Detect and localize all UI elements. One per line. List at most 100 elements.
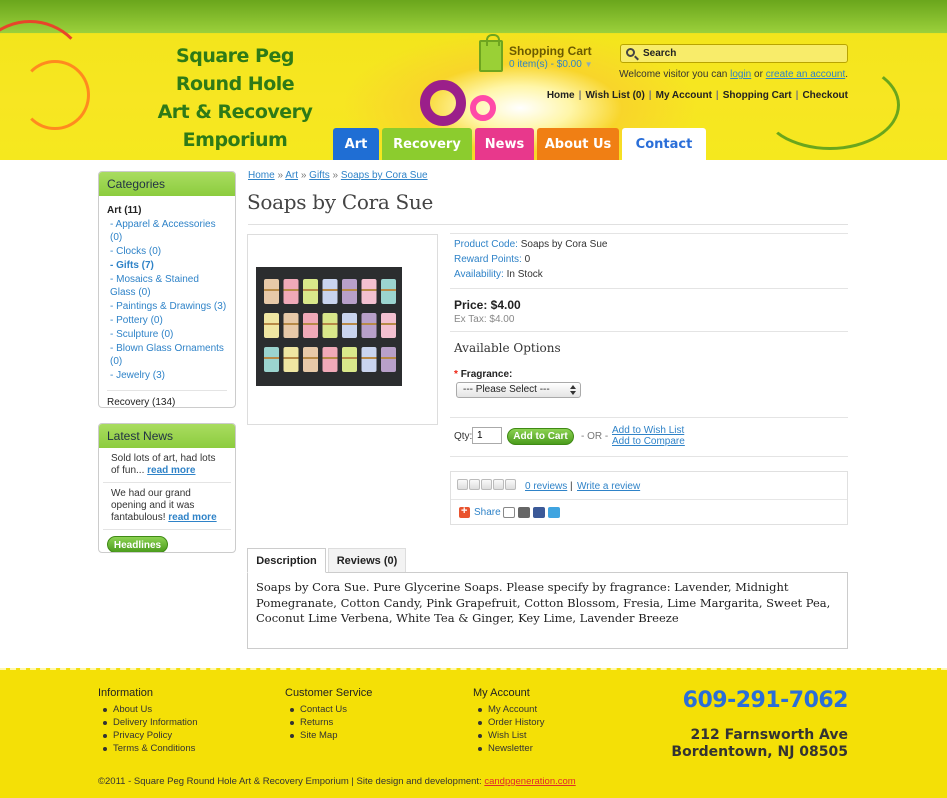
share-link[interactable]: Share [474,507,501,518]
decor-swirl [470,95,496,121]
email-icon[interactable] [503,507,515,518]
cart-count[interactable]: 0 item(s) - $0.00 ▼ [509,59,593,70]
headlines-button[interactable]: Headlines [107,536,168,552]
product-price: Price: $4.00 [454,298,521,312]
category-paintings[interactable]: - Paintings & Drawings (3) [107,300,227,313]
reviews-count-link[interactable]: 0 reviews [525,481,567,492]
footer-link-contact[interactable]: Contact Us [289,703,372,716]
soap-twine [381,357,396,359]
category-sculpture[interactable]: - Sculpture (0) [107,328,227,341]
store-address: 212 Farnsworth Ave Bordentown, NJ 08505 [671,727,848,761]
print-icon[interactable] [518,507,530,518]
category-gifts[interactable]: - Gifts (7) [107,259,227,272]
product-ex-tax: Ex Tax: $4.00 [454,314,515,325]
footer-link-newsletter[interactable]: Newsletter [477,742,544,755]
fragrance-select-value: --- Please Select --- [463,384,550,395]
footer-link-account[interactable]: My Account [477,703,544,716]
top-link-checkout[interactable]: Checkout [802,90,848,101]
product-image[interactable] [256,267,402,386]
reward-value: 0 [524,254,531,265]
footer-link-delivery[interactable]: Delivery Information [102,716,197,729]
search-box[interactable] [620,44,848,63]
facebook-icon[interactable] [533,507,545,518]
tab-contact[interactable]: Contact [622,128,706,160]
site-logo[interactable]: Square Peg Round Hole Art & Recovery Emp… [150,42,320,154]
product-image-frame [247,234,438,425]
footer-link-sitemap[interactable]: Site Map [289,729,372,742]
category-blown-glass[interactable]: - Blown Glass Ornaments (0) [107,342,227,368]
category-mosaics[interactable]: - Mosaics & Stained Glass (0) [107,273,227,299]
footer-link-privacy[interactable]: Privacy Policy [102,729,197,742]
write-review-link[interactable]: Write a review [577,481,640,492]
copyright: ©2011 - Square Peg Round Hole Art & Reco… [98,776,576,787]
separator: | [795,90,799,101]
soap-twine [283,289,299,291]
footer-link-wishlist[interactable]: Wish List [477,729,544,742]
category-pottery[interactable]: - Pottery (0) [107,314,227,327]
availability-label: Availability: [454,269,504,280]
breadcrumb-art[interactable]: Art [285,170,298,181]
footer-customer-service: Customer Service Contact Us Returns Site… [285,687,372,742]
logo-line: Square Peg [176,45,294,67]
share-icon[interactable] [459,505,470,518]
developer-link[interactable]: candpgeneration.com [484,776,575,787]
soap-twine [361,323,377,325]
reward-points: Reward Points: 0 [454,254,530,265]
star-icon [505,479,516,490]
news-item: Sold lots of art, had lots of fun... rea… [103,448,231,483]
qty-input[interactable] [472,427,502,444]
category-art[interactable]: Art (11) [107,204,227,217]
login-link[interactable]: login [730,69,751,80]
category-apparel[interactable]: - Apparel & Accessories (0) [107,218,227,244]
footer-link-about[interactable]: About Us [102,703,197,716]
tab-description[interactable]: Description [247,548,326,573]
read-more-link[interactable]: read more [147,465,195,476]
read-more-link[interactable]: read more [168,512,216,523]
add-to-wishlist-link[interactable]: Add to Wish List [612,425,684,436]
tab-news[interactable]: News [475,128,534,160]
top-link-home[interactable]: Home [547,90,575,101]
header-top-band [0,0,947,33]
tab-reviews[interactable]: Reviews (0) [328,548,406,573]
logo-line: Round Hole [175,73,295,95]
tab-about-us[interactable]: About Us [537,128,619,160]
select-arrows-icon [570,384,577,396]
add-to-compare-link[interactable]: Add to Compare [612,436,685,447]
soap-bar [303,347,318,372]
latest-news-title: Latest News [99,424,235,448]
cart-count-text: 0 item(s) - $0.00 [509,59,582,70]
top-link-account[interactable]: My Account [656,90,712,101]
soap-twine [264,289,279,291]
soap-bar [283,313,299,338]
rating-stars [457,479,517,493]
tab-art[interactable]: Art [333,128,379,160]
cart-summary[interactable]: Shopping Cart 0 item(s) - $0.00 ▼ [479,34,609,74]
footer-link-returns[interactable]: Returns [289,716,372,729]
category-recovery[interactable]: Recovery (134) [107,390,227,407]
breadcrumb-sep: » [300,170,307,181]
top-link-wishlist[interactable]: Wish List (0) [585,90,644,101]
footer-link-terms[interactable]: Terms & Conditions [102,742,197,755]
twitter-icon[interactable] [548,507,560,518]
soap-bar [264,313,279,338]
search-input[interactable] [643,46,843,61]
tab-recovery[interactable]: Recovery [382,128,472,160]
footer-information: Information About Us Delivery Informatio… [98,687,197,755]
product-code: Product Code: Soaps by Cora Sue [454,239,607,250]
category-jewelry[interactable]: - Jewelry (3) [107,369,227,382]
shopping-bag-icon [479,34,503,72]
soap-bar [283,279,299,304]
add-to-cart-button[interactable]: Add to Cart [507,428,574,445]
search-icon[interactable] [626,48,635,57]
footer-links: About Us Delivery Information Privacy Po… [98,703,197,755]
category-clocks[interactable]: - Clocks (0) [107,245,227,258]
fragrance-select[interactable]: --- Please Select --- [456,382,581,398]
top-link-cart[interactable]: Shopping Cart [723,90,792,101]
footer-link-orders[interactable]: Order History [477,716,544,729]
breadcrumb-gifts[interactable]: Gifts [309,170,330,181]
category-list: Art (11) - Apparel & Accessories (0) - C… [99,196,235,407]
breadcrumb-product[interactable]: Soaps by Cora Sue [341,170,428,181]
create-account-link[interactable]: create an account [766,69,846,80]
footer-col-title: Information [98,687,154,699]
breadcrumb-home[interactable]: Home [248,170,275,181]
